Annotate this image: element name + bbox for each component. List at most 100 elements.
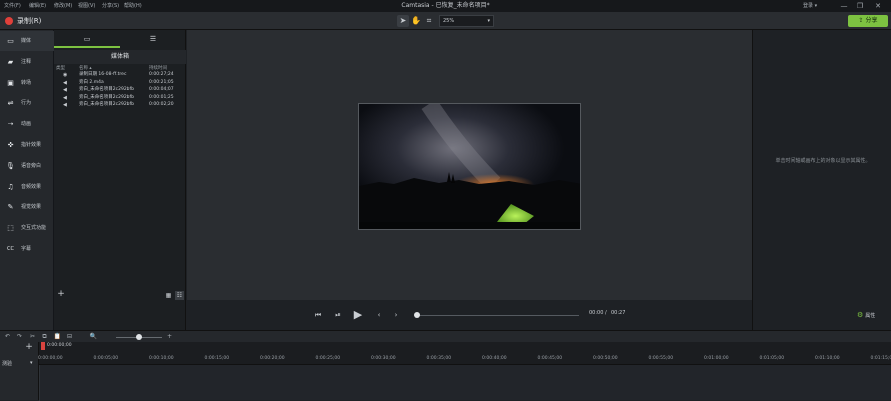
animation-icon: ➝ — [6, 120, 15, 128]
pan-tool-icon[interactable]: ✋ — [410, 15, 422, 27]
share-button[interactable]: ⇪ 分享 — [848, 15, 888, 27]
record-button[interactable]: 录制(R) — [2, 14, 48, 28]
ruler-tick-label: 0:00:10;00 — [149, 356, 174, 361]
frame-back-icon[interactable]: ⏯ — [332, 309, 344, 321]
toolbar: 录制(R) ➤ ✋ ⌗ 25% ▾ ⇪ 分享 — [0, 12, 891, 30]
record-icon — [5, 17, 13, 25]
timeline-ruler[interactable]: 0:00:00;00 0:00:00;000:00:05;000:00:10;0… — [39, 342, 891, 364]
scrubber-track[interactable] — [416, 315, 579, 316]
redo-icon[interactable]: ↷ — [15, 332, 24, 342]
annotation-icon: ▰ — [6, 58, 15, 66]
minimize-icon[interactable]: — — [836, 0, 852, 12]
add-track-icon[interactable]: + — [24, 342, 34, 352]
ruler-tick-label: 0:01:05;00 — [760, 356, 785, 361]
ruler-tick-label: 0:00:55;00 — [649, 356, 674, 361]
chevron-down-icon[interactable]: ▾ — [30, 360, 33, 366]
sidebar-item-label: 语音旁白 — [21, 156, 41, 176]
ruler-tick-label: 0:00:40;00 — [482, 356, 507, 361]
transition-icon: ▣ — [6, 79, 15, 87]
media-bin-panel: ▭ ☰ 媒体箱 类型 名称 ▴ 持续时间 ◉录制日期 16-08-ff.trec… — [54, 30, 186, 330]
tab-media-bin[interactable]: ▭ — [54, 30, 120, 48]
sidebar-item-8[interactable]: ✎ 视觉效果 — [0, 197, 54, 217]
crop-tool-icon[interactable]: ⌗ — [423, 15, 435, 27]
playback-controls: ⏮ ⏯ ▶ ‹ › 00:00 / 00:27 — [187, 300, 752, 330]
tab-library[interactable]: ☰ — [120, 30, 186, 48]
canvas-area[interactable] — [187, 30, 752, 300]
sidebar-item-label: 字幕 — [21, 239, 31, 259]
zoom-select[interactable]: 25% ▾ — [439, 15, 494, 27]
sidebar-item-label: 行为 — [21, 93, 31, 113]
playhead-time: 0:00:00;00 — [47, 343, 72, 348]
audio-effect-icon: ♫ — [6, 183, 15, 191]
properties-hint: 单击时间轴或画布上的对象以显示其属性。 — [773, 157, 873, 165]
sidebar-item-label: 媒体 — [21, 31, 31, 51]
sidebar-item-label: 转场 — [21, 73, 31, 93]
menu-share[interactable]: 分享(S) — [102, 0, 119, 12]
audio-file-icon: ◀ — [63, 101, 67, 109]
ruler-tick-label: 0:00:00;00 — [38, 356, 63, 361]
timeline-track[interactable] — [39, 364, 891, 400]
media-duration: 0:00:02;20 — [149, 101, 174, 109]
ruler-tick-label: 0:00:30;00 — [371, 356, 396, 361]
media-icon: ▭ — [6, 37, 15, 45]
account-menu[interactable]: 登录 ▾ — [803, 0, 817, 12]
properties-button[interactable]: ⚙属性 — [857, 309, 887, 321]
details-view-icon[interactable]: ☷ — [175, 291, 184, 300]
cut-icon[interactable]: ✂ — [28, 332, 37, 342]
menu-file[interactable]: 文件(F) — [4, 0, 21, 12]
sidebar-item-10[interactable]: CC 字幕 — [0, 239, 54, 259]
playhead[interactable] — [41, 342, 45, 350]
ruler-tick-label: 0:00:35;00 — [427, 356, 452, 361]
video-preview[interactable] — [358, 103, 581, 230]
select-tool-icon[interactable]: ➤ — [397, 15, 409, 27]
sidebar-item-1[interactable]: ▰ 注释 — [0, 52, 54, 72]
play-icon[interactable]: ▶ — [352, 309, 364, 321]
sidebar-item-label: 注释 — [21, 52, 31, 72]
copy-icon[interactable]: ⧉ — [40, 332, 49, 342]
sidebar-item-0[interactable]: ▭ 媒体 — [0, 31, 54, 51]
sidebar-item-2[interactable]: ▣ 转场 — [0, 73, 54, 93]
interactive-icon: ⬚ — [6, 224, 15, 232]
sidebar-item-label: 交互式功能 — [21, 218, 46, 238]
scrubber-handle[interactable] — [414, 312, 420, 318]
menu-bar: 文件(F) 编辑(E) 修改(M) 视图(V) 分享(S) 帮助(H) Camt… — [0, 0, 891, 12]
sidebar-item-7[interactable]: ♫ 音频效果 — [0, 177, 54, 197]
tool-sidebar: ▭ 媒体 ▰ 注释 ▣ 转场⇌行为 ➝ 动画✜指针效果🎙语音旁白 ♫ 音频效果 ✎ 视觉效果 ⬚ 交互式功… — [0, 30, 54, 330]
sidebar-item-6[interactable]: 🎙语音旁白 — [0, 156, 54, 176]
menu-help[interactable]: 帮助(H) — [124, 0, 142, 12]
zoom-out-icon[interactable]: 🔍 — [89, 332, 98, 342]
sidebar-item-3[interactable]: ⇌行为 — [0, 93, 54, 113]
time-separator: / — [605, 310, 607, 316]
app-title: Camtasia - 已恢复_未命名项目* — [360, 0, 531, 12]
step-back-icon[interactable]: ⏮ — [312, 309, 324, 321]
undo-icon[interactable]: ↶ — [3, 332, 12, 342]
menu-edit[interactable]: 编辑(E) — [29, 0, 46, 12]
track-header-panel: + 测验 ▾ — [0, 342, 39, 400]
sidebar-item-4[interactable]: ➝ 动画 — [0, 114, 54, 134]
maximize-icon[interactable]: ❐ — [852, 0, 868, 12]
sidebar-item-5[interactable]: ✜指针效果 — [0, 135, 54, 155]
grid-view-icon[interactable]: ▦ — [164, 291, 173, 300]
timeline-zoom-handle[interactable] — [136, 334, 142, 340]
menu-view[interactable]: 视图(V) — [78, 0, 95, 12]
track-label[interactable]: 测验 — [2, 360, 12, 367]
paste-icon[interactable]: 📋 — [53, 332, 62, 342]
list-item[interactable]: ◀旁白_未命名项目2c292bfb0:00:02;20 — [54, 101, 186, 109]
previous-icon[interactable]: ‹ — [373, 309, 385, 321]
split-icon[interactable]: ⊟ — [65, 332, 74, 342]
sidebar-item-label: 动画 — [21, 114, 31, 134]
cc-icon: CC — [6, 245, 15, 253]
ruler-tick-label: 0:00:20;00 — [260, 356, 285, 361]
sidebar-item-9[interactable]: ⬚ 交互式功能 — [0, 218, 54, 238]
close-icon[interactable]: ✕ — [870, 0, 886, 12]
next-icon[interactable]: › — [390, 309, 402, 321]
track-divider — [39, 365, 40, 401]
ruler-tick-label: 0:00:15;00 — [205, 356, 230, 361]
menu-modify[interactable]: 修改(M) — [54, 0, 72, 12]
add-media-icon[interactable]: + — [56, 289, 66, 299]
sidebar-item-label: 音频效果 — [21, 177, 41, 197]
gear-icon: ⚙ — [857, 311, 863, 319]
zoom-in-icon[interactable]: + — [165, 332, 174, 342]
visual-effect-icon: ✎ — [6, 203, 15, 211]
sidebar-item-label: 视觉效果 — [21, 197, 41, 217]
